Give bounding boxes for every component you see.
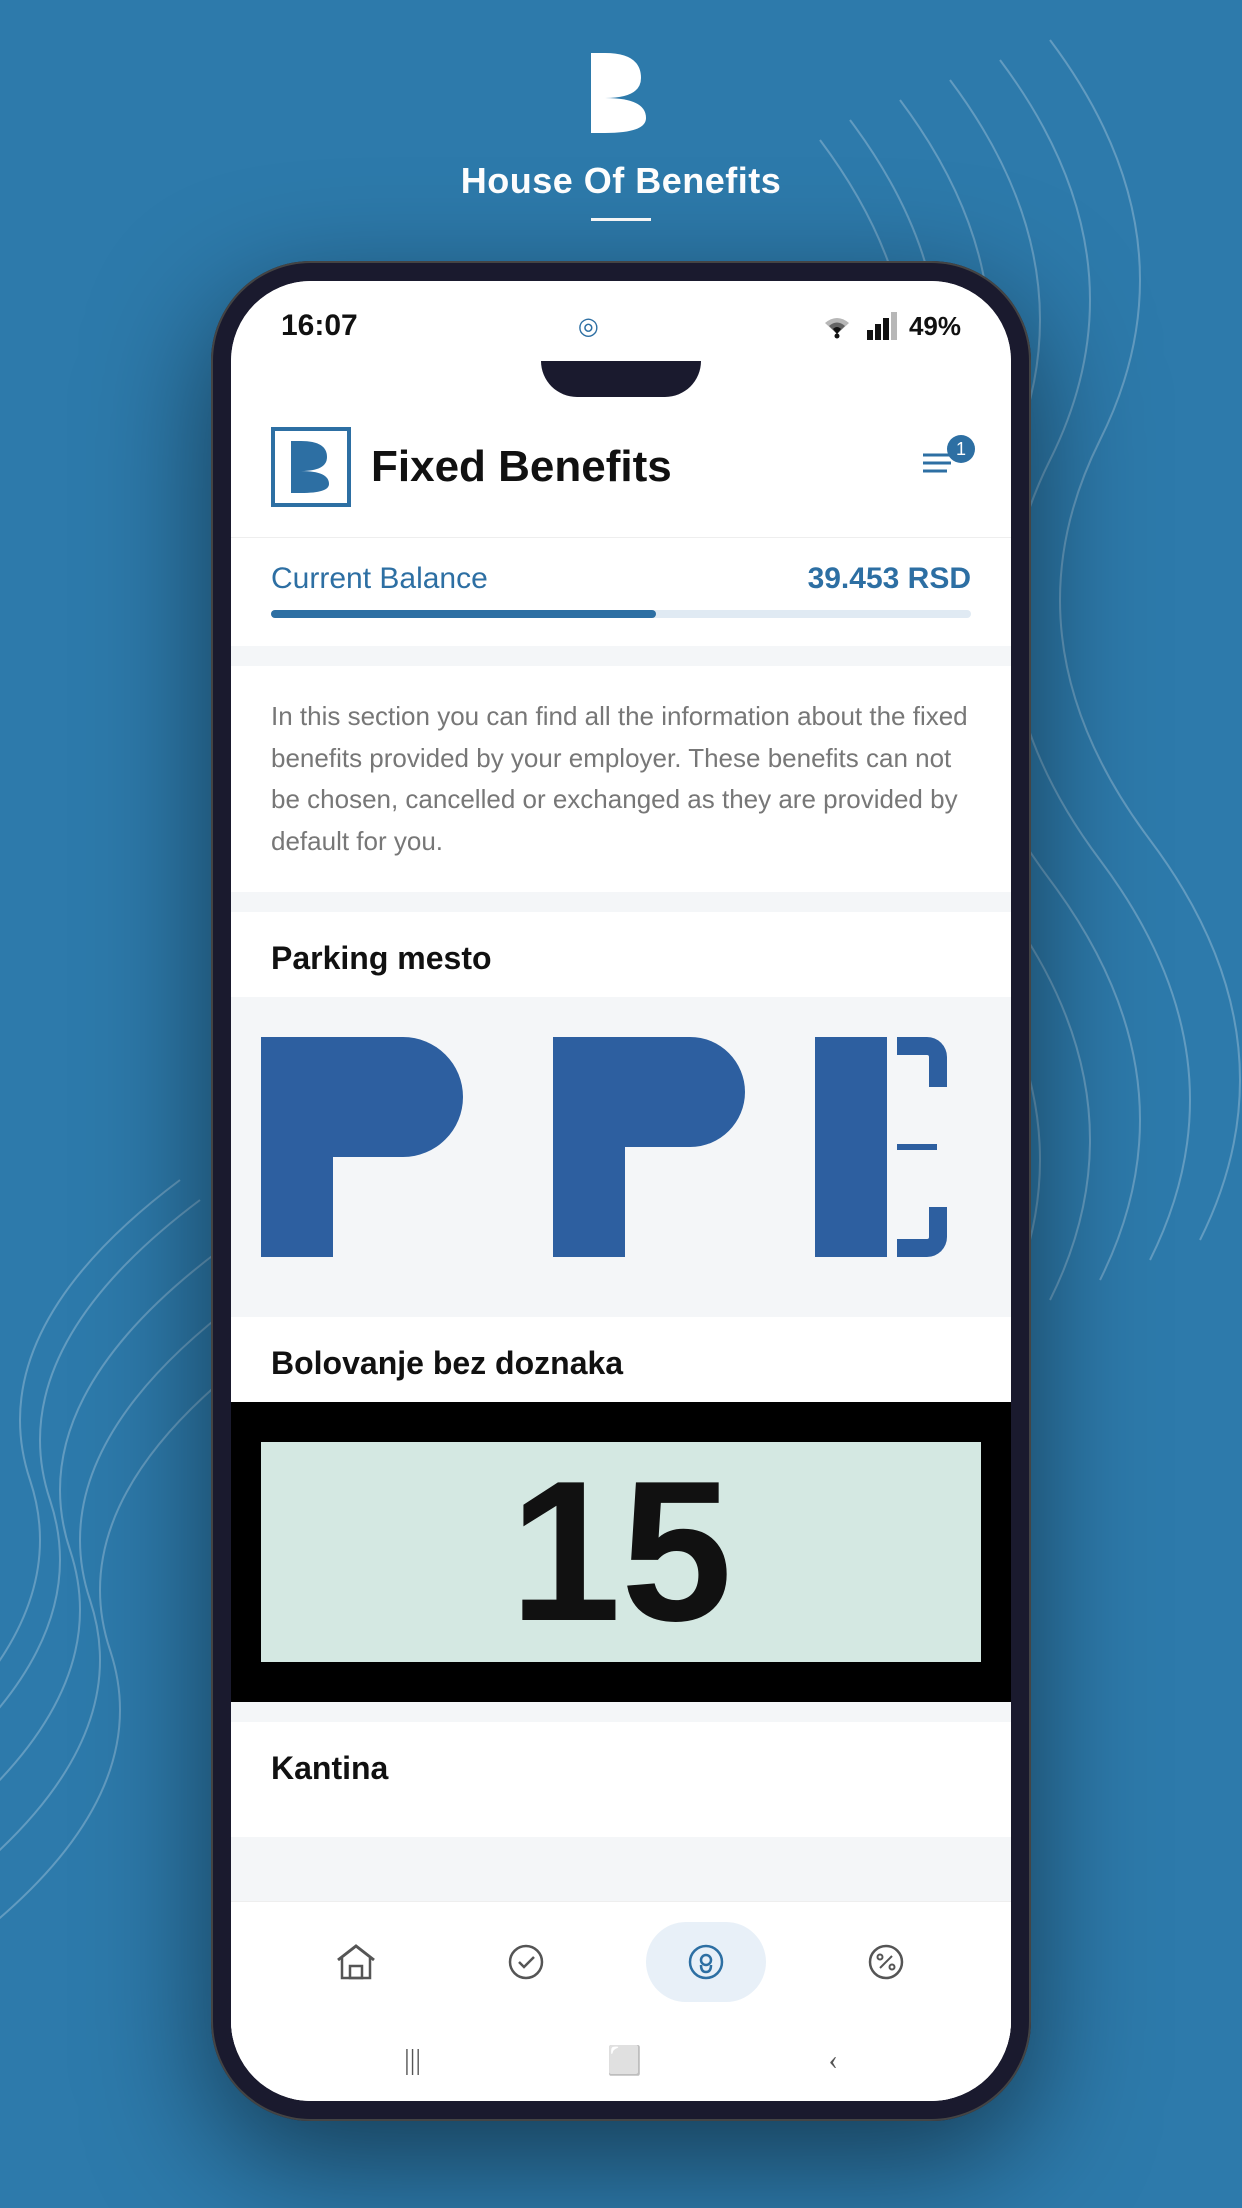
badge-icon — [504, 1940, 548, 1984]
benefit-card-kantina[interactable]: Kantina — [231, 1722, 1011, 1837]
description-section: In this section you can find all the inf… — [231, 666, 1011, 892]
back-button[interactable]: ‹ — [828, 2045, 837, 2077]
brand-title: House Of Benefits — [461, 160, 782, 202]
balance-value: 39.453 RSD — [808, 562, 971, 596]
android-nav: ||| ⬜ ‹ — [231, 2021, 1011, 2101]
scroll-content[interactable]: In this section you can find all the inf… — [231, 646, 1011, 1901]
parking-p2 — [553, 1037, 745, 1257]
brand-header: House Of Benefits — [461, 48, 782, 221]
brand-logo-icon — [581, 48, 661, 152]
benefit-card-parking[interactable]: Parking mesto — [231, 912, 1011, 1297]
status-time: 16:07 — [281, 309, 358, 343]
notch — [541, 361, 701, 397]
sick-title: Bolovanje bez doznaka — [231, 1317, 1011, 1402]
sick-image: 15 — [231, 1402, 1011, 1702]
navigator-indicator: ◎ — [578, 312, 599, 341]
sick-inner: 15 — [261, 1442, 981, 1662]
description-text: In this section you can find all the inf… — [271, 696, 971, 862]
phone-frame: 16:07 ◎ 49% — [211, 261, 1031, 2121]
parking-image — [231, 997, 1011, 1297]
balance-label: Current Balance — [271, 562, 488, 596]
app-title: Fixed Benefits — [371, 442, 915, 492]
nav-home[interactable] — [306, 1922, 406, 2002]
balance-bar — [271, 610, 971, 618]
percent-icon — [864, 1940, 908, 1984]
status-bar: 16:07 ◎ 49% — [231, 281, 1011, 361]
home-button[interactable]: ⬜ — [607, 2044, 642, 2078]
nav-fixed[interactable] — [646, 1922, 766, 2002]
battery-text: 49% — [909, 311, 961, 342]
notification-button[interactable]: 1 — [915, 439, 971, 495]
parking-p-shape — [261, 1037, 463, 1257]
balance-row: Current Balance 39.453 RSD — [271, 562, 971, 596]
nav-percent[interactable] — [836, 1922, 936, 2002]
notch-area — [231, 361, 1011, 397]
recent-apps-button[interactable]: ||| — [404, 2045, 421, 2077]
parking-title: Parking mesto — [231, 912, 1011, 997]
lock-icon — [684, 1940, 728, 1984]
phone-screen: 16:07 ◎ 49% — [231, 281, 1011, 2101]
kantina-title: Kantina — [231, 1722, 1011, 1807]
app-content: Fixed Benefits 1 Current Balance 39.453 … — [231, 397, 1011, 2101]
notification-badge: 1 — [947, 435, 975, 463]
nav-badge[interactable] — [476, 1922, 576, 2002]
benefit-card-sick[interactable]: Bolovanje bez doznaka 15 — [231, 1317, 1011, 1702]
sick-number: 15 — [510, 1452, 732, 1652]
signal-icon — [867, 312, 897, 340]
wifi-icon — [819, 312, 855, 340]
status-icons: 49% — [819, 311, 961, 342]
bottom-nav — [231, 1901, 1011, 2021]
parking-bracket — [815, 1037, 947, 1257]
brand-divider — [591, 218, 651, 221]
balance-section: Current Balance 39.453 RSD — [231, 538, 1011, 646]
app-logo — [271, 427, 351, 507]
home-icon — [334, 1940, 378, 1984]
app-header: Fixed Benefits 1 — [231, 397, 1011, 538]
balance-bar-fill — [271, 610, 656, 618]
